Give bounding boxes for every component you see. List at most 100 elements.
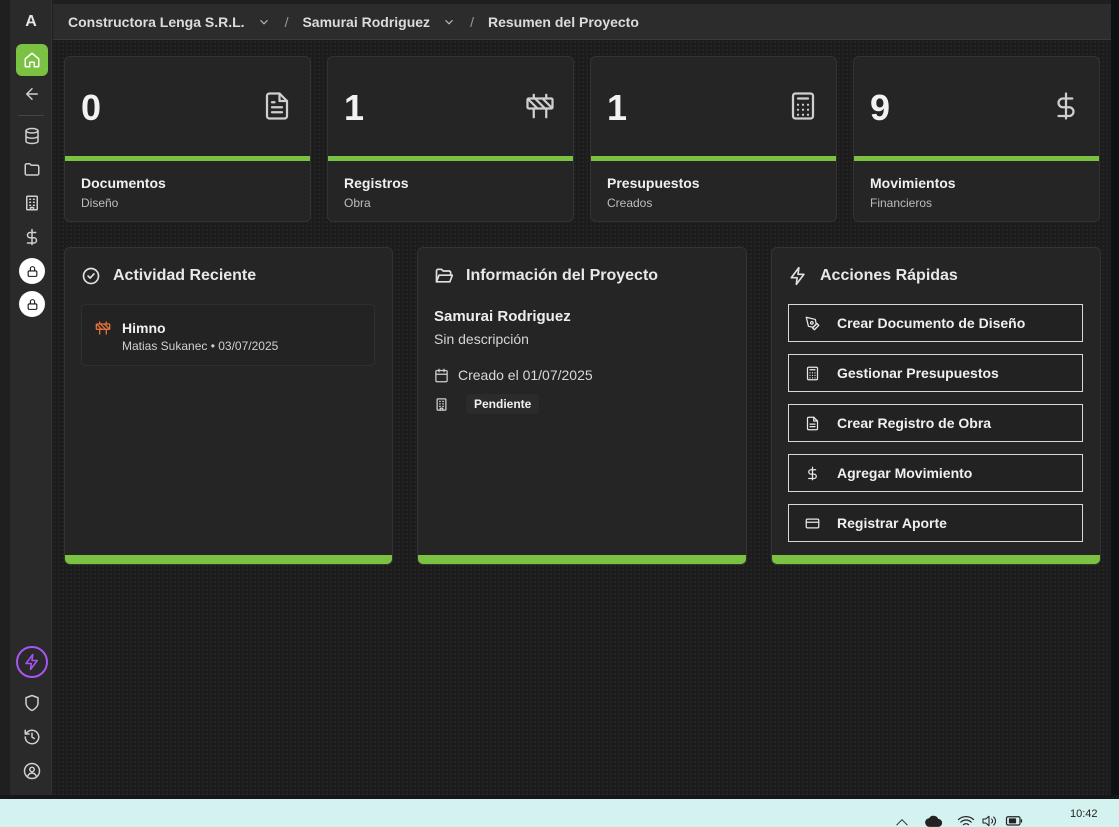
project-info-panel: Información del Proyecto Samurai Rodrigu… [417, 247, 747, 565]
building-icon [26, 195, 38, 211]
quick-actions-panel: Acciones Rápidas Crear Documento de Dise… [771, 247, 1101, 565]
project-created-row: Creado el 01/07/2025 [434, 367, 593, 383]
sidebar-divider [18, 115, 44, 116]
check-circle-icon [82, 267, 100, 285]
taskbar: 10:42 [0, 799, 1119, 827]
manage-budgets-button[interactable]: Gestionar Presupuestos [788, 354, 1083, 392]
button-label: Crear Registro de Obra [837, 415, 992, 431]
lock-icon [27, 265, 37, 277]
dollar-icon [1057, 92, 1075, 120]
project-status-row: Pendiente [434, 394, 540, 414]
stat-label: Registros [344, 175, 409, 191]
stat-value: 1 [344, 87, 365, 128]
dollar-icon [26, 228, 38, 246]
breadcrumb-page: Resumen del Proyecto [487, 13, 639, 30]
stat-accent-bar [854, 156, 1099, 161]
sidebar-item-folder[interactable] [16, 153, 48, 185]
stat-accent-bar [591, 156, 836, 161]
breadcrumb-org-label: Constructora Lenga S.R.L. [68, 13, 245, 30]
activity-item-meta: Matias Sukanec • 03/07/2025 [122, 339, 279, 353]
sidebar-item-back[interactable] [16, 78, 48, 110]
system-clock[interactable]: 10:42 [1070, 808, 1098, 820]
stat-sublabel: Diseño [81, 196, 119, 210]
sidebar-item-database[interactable] [16, 120, 48, 152]
arrow-left-icon [26, 88, 38, 100]
button-label: Gestionar Presupuestos [837, 365, 999, 381]
add-movement-button[interactable]: Agregar Movimiento [788, 454, 1083, 492]
file-text-icon [265, 92, 289, 120]
breadcrumb: Constructora Lenga S.R.L. / Samurai Rodr… [53, 4, 1111, 40]
panel-accent-bar [65, 555, 392, 564]
user-circle-icon [23, 762, 41, 780]
stat-value: 1 [607, 87, 628, 128]
register-contribution-button[interactable]: Registrar Aporte [788, 504, 1083, 542]
construction-icon [526, 93, 554, 119]
stat-card-movimientos[interactable]: 9 Movimientos Financieros [853, 56, 1100, 222]
breadcrumb-org[interactable]: Constructora Lenga S.R.L. [68, 14, 271, 30]
bolt-icon [25, 653, 38, 671]
project-description: Sin descripción [434, 331, 529, 347]
sidebar-item-locked-1[interactable] [19, 258, 45, 284]
volume-icon[interactable] [981, 815, 997, 827]
stat-accent-bar [328, 156, 573, 161]
dollar-icon [808, 466, 817, 480]
stat-accent-bar [65, 156, 310, 161]
stat-value: 9 [870, 87, 891, 128]
file-text-icon [806, 416, 819, 430]
sidebar-item-building[interactable] [16, 187, 48, 219]
sidebar: A [10, 0, 52, 795]
activity-item-title: Himno [122, 320, 166, 336]
quick-actions-title: Acciones Rápidas [820, 267, 958, 284]
list-item[interactable]: Himno Matias Sukanec • 03/07/2025 [81, 304, 375, 366]
breadcrumb-separator: / [470, 13, 474, 30]
credit-card-icon [805, 518, 820, 528]
stat-card-documentos[interactable]: 0 Documentos Diseño [64, 56, 311, 222]
folder-icon [24, 163, 40, 176]
home-icon [24, 52, 40, 68]
chevron-down-icon [259, 19, 268, 25]
sidebar-item-history[interactable] [16, 721, 48, 753]
window-border [1111, 0, 1119, 795]
chevron-down-icon [445, 19, 453, 25]
sidebar-item-profile[interactable] [16, 755, 48, 787]
create-site-log-button[interactable]: Crear Registro de Obra [788, 404, 1083, 442]
folder-open-icon [435, 268, 454, 283]
sidebar-item-security[interactable] [16, 687, 48, 719]
calculator-icon [806, 366, 819, 380]
sidebar-item-home[interactable] [16, 44, 48, 76]
button-label: Registrar Aporte [837, 515, 947, 531]
button-label: Agregar Movimiento [837, 465, 973, 481]
activity-title: Actividad Reciente [113, 267, 257, 284]
panel-accent-bar [772, 555, 1100, 564]
breadcrumb-separator: / [284, 13, 289, 30]
app-logo[interactable]: A [10, 8, 52, 36]
wifi-icon[interactable] [957, 815, 975, 827]
sidebar-item-quick[interactable] [16, 646, 48, 678]
sidebar-item-locked-2[interactable] [19, 291, 45, 317]
bolt-icon [790, 266, 805, 286]
cloud-icon[interactable] [925, 815, 943, 827]
calendar-icon [435, 368, 448, 382]
stat-sublabel: Creados [607, 196, 653, 210]
sidebar-item-dollar[interactable] [16, 221, 48, 253]
status-badge: Pendiente [466, 394, 540, 414]
battery-icon[interactable] [1005, 814, 1023, 827]
breadcrumb-project[interactable]: Samurai Rodriguez [302, 14, 456, 30]
breadcrumb-project-label: Samurai Rodriguez [302, 13, 431, 30]
history-icon [24, 729, 40, 745]
stat-card-presupuestos[interactable]: 1 Presupuestos Creados [590, 56, 837, 222]
app-window: A Constructora Lenga S.R.L. / Samurai Ro… [0, 0, 1119, 795]
project-name: Samurai Rodriguez [434, 308, 571, 325]
construction-icon [95, 321, 111, 335]
stat-sublabel: Obra [344, 196, 371, 210]
button-label: Crear Documento de Diseño [837, 315, 1026, 331]
database-icon [25, 127, 39, 145]
lock-icon [27, 298, 37, 310]
stat-label: Presupuestos [607, 175, 700, 191]
create-design-document-button[interactable]: Crear Documento de Diseño [788, 304, 1083, 342]
pen-tool-icon [805, 316, 820, 330]
building-icon [436, 397, 447, 411]
stat-card-registros[interactable]: 1 Registros Obra [327, 56, 574, 222]
chevron-up-icon[interactable] [895, 817, 909, 827]
info-title: Información del Proyecto [466, 267, 659, 284]
